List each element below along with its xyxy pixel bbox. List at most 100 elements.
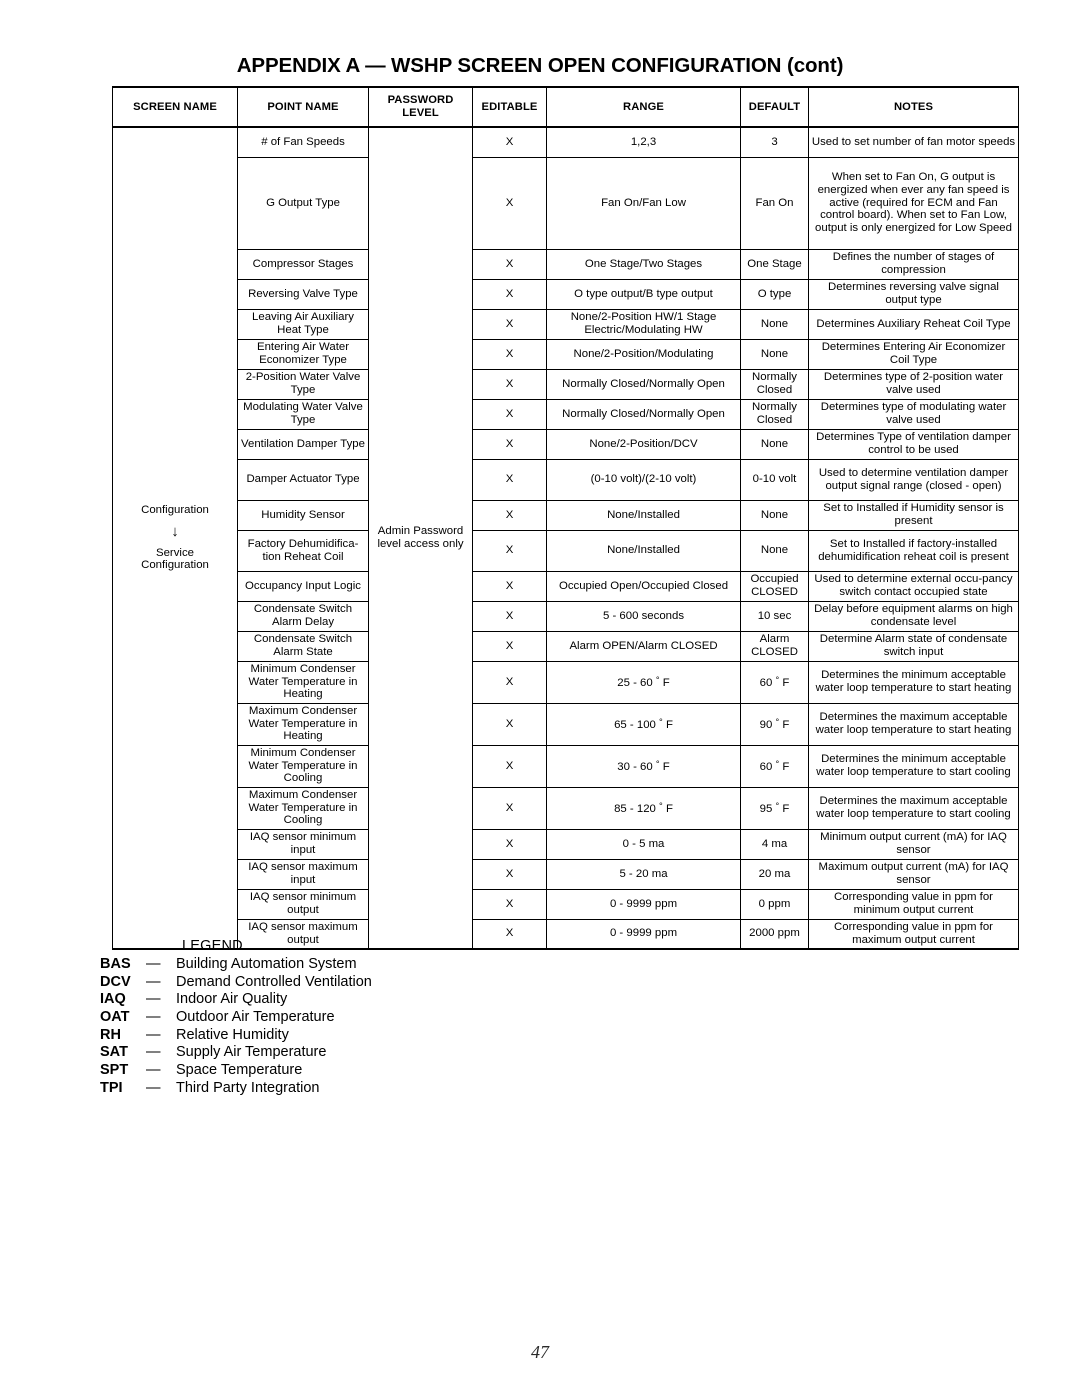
- cell-default: O type: [740, 278, 809, 310]
- legend-title: LEGEND: [182, 938, 243, 954]
- legend-abbreviation: BAS: [100, 956, 131, 972]
- cell-range: None/2-Position/DCV: [546, 428, 741, 460]
- legend-definition: Indoor Air Quality: [176, 991, 288, 1008]
- cell-editable-mark: X: [472, 702, 547, 746]
- password-level-line-1: Admin Password: [377, 525, 464, 538]
- legend-dash: —: [146, 1026, 161, 1043]
- cell-point-name: Minimum Condenser Water Temperature in H…: [237, 660, 369, 704]
- table-row: Condensate Switch Alarm Delay X 5 - 600 se…: [113, 600, 1019, 632]
- legend-abbreviation: RH: [100, 1026, 121, 1043]
- legend-definition: Building Automation System: [176, 956, 357, 972]
- cell-range: One Stage/Two Stages: [546, 248, 741, 280]
- cell-notes: Determines Type of ventilation damper co…: [808, 428, 1019, 460]
- table-header: SCREEN NAME POINT NAME PASSWORD LEVEL ED…: [112, 87, 1019, 128]
- table-row: Maximum Condenser Water Temperature in H…: [113, 702, 1019, 746]
- cell-range: 30 - 60 ° F: [546, 744, 741, 788]
- cell-point-name: Condensate Switch Alarm Delay: [237, 600, 369, 632]
- table-row: Modulating Water Valve Type X Normally Clo…: [113, 398, 1019, 430]
- cell-default: None: [740, 529, 809, 572]
- cell-notes: Corresponding value in ppm for maximum o…: [808, 918, 1019, 950]
- cell-point-name: Occupancy Input Logic: [237, 570, 369, 602]
- spec-table-container: SCREEN NAME POINT NAME PASSWORD LEVEL ED…: [112, 86, 1019, 950]
- cell-notes: Corresponding value in ppm for minimum o…: [808, 888, 1019, 920]
- cell-range: O type output/B type output: [546, 278, 741, 310]
- legend-dash: —: [146, 991, 161, 1008]
- cell-editable-mark: X: [472, 786, 547, 830]
- table-row: Entering Air Water Economizer Type X None/…: [113, 338, 1019, 370]
- column-header-editable: EDITABLE: [472, 87, 547, 128]
- column-header-range: RANGE: [546, 87, 741, 128]
- column-header-default: DEFAULT: [740, 87, 809, 128]
- table-row: Factory Dehumidifica-tion Reheat Coil X No…: [113, 529, 1019, 572]
- cell-default: 60 ° F: [740, 744, 809, 788]
- cell-point-name: IAQ sensor minimum input: [237, 828, 369, 860]
- legend-rows: BAS — Building Automation System DCV — Demand…: [100, 956, 520, 1098]
- cell-default: Normally Closed: [740, 368, 809, 400]
- cell-range: None/2-Position/Modulating: [546, 338, 741, 370]
- cell-editable-mark: X: [472, 248, 547, 280]
- cell-point-name: Damper Actuator Type: [237, 458, 369, 501]
- cell-notes: Determines the maximum acceptable water …: [808, 702, 1019, 746]
- legend-dash: —: [146, 1062, 161, 1079]
- column-header-point-name: POINT NAME: [237, 87, 369, 128]
- legend-item: SAT — Supply Air Temperature: [100, 1044, 520, 1062]
- cell-notes: Determines reversing valve signal output…: [808, 278, 1019, 310]
- cell-editable-mark: X: [472, 278, 547, 310]
- cell-editable-mark: X: [472, 499, 547, 531]
- cell-range: 85 - 120 ° F: [546, 786, 741, 830]
- cell-default: 20 ma: [740, 858, 809, 890]
- cell-point-name: Modulating Water Valve Type: [237, 398, 369, 430]
- cell-point-name: Minimum Condenser Water Temperature in C…: [237, 744, 369, 788]
- cell-default: 90 ° F: [740, 702, 809, 746]
- table-row: 2-Position Water Valve Type X Normally Clo…: [113, 368, 1019, 400]
- password-level-value: Admin Password level access only: [368, 126, 473, 950]
- cell-default: One Stage: [740, 248, 809, 280]
- legend-definition: Supply Air Temperature: [176, 1044, 327, 1061]
- cell-default: 4 ma: [740, 828, 809, 860]
- cell-notes: Determines the minimum acceptable water …: [808, 660, 1019, 704]
- cell-editable-mark: X: [472, 888, 547, 920]
- cell-notes: Used to set number of fan motor speeds: [808, 126, 1019, 158]
- legend-definition: Space Temperature: [176, 1062, 303, 1079]
- legend-item: BAS — Building Automation System: [100, 956, 520, 974]
- table-row: Ventilation Damper Type X None/2-Position/…: [113, 428, 1019, 460]
- cell-point-name: Leaving Air Auxiliary Heat Type: [237, 308, 369, 340]
- legend-item: OAT — Outdoor Air Temperature: [100, 1009, 520, 1027]
- cell-point-name: Entering Air Water Economizer Type: [237, 338, 369, 370]
- table-row: IAQ sensor maximum input X 5 - 20 ma 20 ma M…: [113, 858, 1019, 890]
- cell-range: Normally Closed/Normally Open: [546, 398, 741, 430]
- legend-abbreviation: DCV: [100, 973, 131, 990]
- cell-range: None/Installed: [546, 529, 741, 572]
- legend-definition: Demand Controlled Ventilation: [176, 973, 372, 990]
- table-row: Maximum Condenser Water Temperature in C…: [113, 786, 1019, 830]
- cell-range: 65 - 100 ° F: [546, 702, 741, 746]
- password-level-header-line1: PASSWORD: [387, 94, 454, 107]
- cell-notes: Determines Auxiliary Reheat Coil Type: [808, 308, 1019, 340]
- cell-default: 10 sec: [740, 600, 809, 632]
- cell-notes: Used to determine ventilation damper out…: [808, 458, 1019, 501]
- legend-item: DCV — Demand Controlled Ventilation: [100, 974, 520, 992]
- legend-abbreviation: SPT: [100, 1062, 129, 1079]
- table-row: Humidity Sensor X None/Installed None Set to…: [113, 499, 1019, 531]
- cell-range: None/Installed: [546, 499, 741, 531]
- legend-definition: Third Party Integration: [176, 1079, 320, 1096]
- cell-notes: Determine Alarm state of condensate swit…: [808, 630, 1019, 662]
- down-arrow-icon: ↓: [171, 522, 179, 540]
- cell-range: Fan On/Fan Low: [546, 156, 741, 250]
- cell-editable-mark: X: [472, 428, 547, 460]
- cell-point-name: Reversing Valve Type: [237, 278, 369, 310]
- cell-range: 0 - 5 ma: [546, 828, 741, 860]
- cell-editable-mark: X: [472, 858, 547, 890]
- document-page: APPENDIX A — WSHP SCREEN OPEN CONFIGURAT…: [0, 0, 1080, 1397]
- cell-editable-mark: X: [472, 156, 547, 250]
- cell-range: Alarm OPEN/Alarm CLOSED: [546, 630, 741, 662]
- page-title: APPENDIX A — WSHP SCREEN OPEN CONFIGURAT…: [236, 54, 844, 77]
- table-header-row: SCREEN NAME POINT NAME PASSWORD LEVEL ED…: [112, 87, 1019, 128]
- cell-notes: Determines the minimum acceptable water …: [808, 744, 1019, 788]
- cell-default: None: [740, 308, 809, 340]
- cell-range: 25 - 60 ° F: [546, 660, 741, 704]
- legend-block: LEGEND BAS — Building Automation System DCV…: [100, 938, 520, 1098]
- cell-point-name: IAQ sensor maximum input: [237, 858, 369, 890]
- cell-default: Occupied CLOSED: [740, 570, 809, 602]
- table-row: Occupancy Input Logic X Occupied Open/Occu…: [113, 570, 1019, 602]
